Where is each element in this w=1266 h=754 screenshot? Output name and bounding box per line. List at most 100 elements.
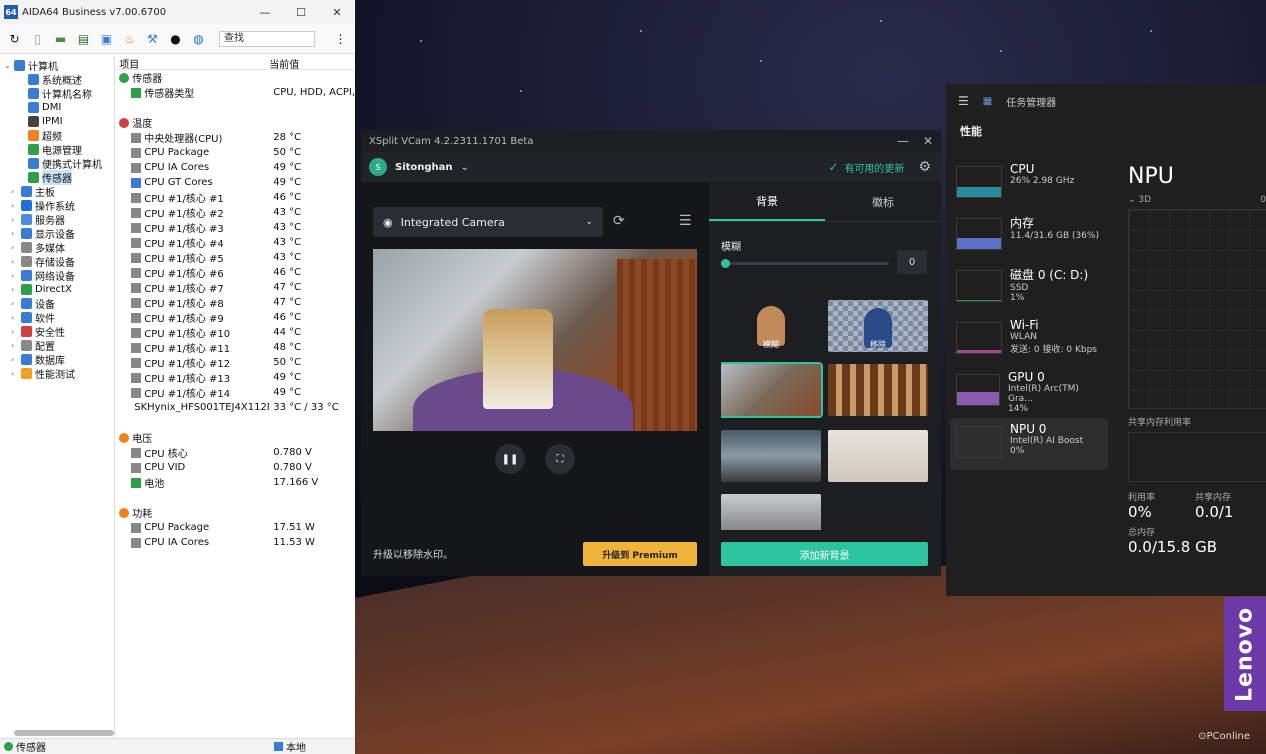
expand-icon[interactable]: › bbox=[11, 187, 19, 196]
ram-icon[interactable]: ▤ bbox=[75, 30, 92, 47]
resource-item[interactable]: CPU 26% 2.98 GHz bbox=[950, 158, 1108, 210]
close-button[interactable]: ✕ bbox=[319, 6, 355, 19]
tree-item[interactable]: › 设备 bbox=[0, 296, 114, 311]
minimize-button[interactable]: — bbox=[897, 134, 909, 148]
tree-item[interactable]: › 多媒体 bbox=[0, 240, 114, 255]
blur-value[interactable]: 0 bbox=[897, 250, 927, 274]
sensor-row[interactable]: CPU Package 50 °C bbox=[115, 145, 355, 160]
resource-item[interactable]: 磁盘 0 (C: D:) SSD 1% bbox=[950, 262, 1108, 314]
expand-icon[interactable]: › bbox=[11, 341, 19, 350]
slider-knob[interactable] bbox=[721, 259, 730, 268]
sensor-row[interactable]: CPU #1/核心 #5 43 °C bbox=[115, 250, 355, 265]
user-icon[interactable]: ● bbox=[167, 30, 184, 47]
column-value[interactable]: 当前值 bbox=[269, 56, 299, 71]
bg-thumb-plant[interactable] bbox=[828, 430, 928, 482]
sensor-row[interactable]: CPU #1/核心 #8 47 °C bbox=[115, 295, 355, 310]
bg-thumb-remove[interactable]: 移除 bbox=[828, 300, 928, 352]
network-icon[interactable]: ▣ bbox=[98, 30, 115, 47]
tree-item[interactable]: 传感器 bbox=[0, 169, 114, 185]
resource-item[interactable]: NPU 0 Intel(R) AI Boost 0% bbox=[950, 418, 1108, 470]
section-header[interactable]: 温度 bbox=[115, 115, 355, 130]
engine-dropdown[interactable]: ⌄ 3D 0 bbox=[1128, 195, 1266, 205]
section-header[interactable]: 电压 bbox=[115, 430, 355, 445]
flame-icon[interactable]: ♨ bbox=[121, 30, 138, 47]
expand-icon[interactable]: › bbox=[11, 355, 19, 364]
expand-icon[interactable]: › bbox=[11, 299, 19, 308]
expand-icon[interactable]: › bbox=[11, 369, 19, 378]
expand-icon[interactable]: › bbox=[11, 327, 19, 336]
tree-item[interactable]: › 服务器 bbox=[0, 212, 114, 227]
upgrade-premium-button[interactable]: 升级到 Premium bbox=[583, 542, 697, 566]
tree-item[interactable]: › DirectX bbox=[0, 282, 114, 296]
expand-icon[interactable]: › bbox=[11, 201, 19, 210]
sensor-row[interactable]: CPU IA Cores 11.53 W bbox=[115, 535, 355, 550]
chevron-down-icon[interactable]: ⌄ bbox=[461, 162, 469, 173]
expand-icon[interactable]: › bbox=[11, 313, 19, 322]
more-icon[interactable]: ⋮ bbox=[332, 30, 349, 47]
sensor-row[interactable]: CPU #1/核心 #9 46 °C bbox=[115, 310, 355, 325]
section-header[interactable]: 传感器 bbox=[115, 70, 355, 85]
tree-item[interactable]: IPMI bbox=[0, 114, 114, 128]
sensor-row[interactable]: SKHynix_HFS001TEJ4X112N 33 °C / 33 °C bbox=[115, 400, 355, 415]
tree-item[interactable]: › 数据库 bbox=[0, 352, 114, 367]
sensor-row[interactable]: CPU 核心 0.780 V bbox=[115, 445, 355, 460]
sensor-row[interactable]: CPU IA Cores 49 °C bbox=[115, 160, 355, 175]
sensor-row[interactable]: CPU #1/核心 #1 46 °C bbox=[115, 190, 355, 205]
sensor-row[interactable]: CPU #1/核心 #3 43 °C bbox=[115, 220, 355, 235]
crop-button[interactable]: ⛶ bbox=[545, 444, 575, 474]
update-link[interactable]: ✓ 有可用的更新 bbox=[828, 160, 904, 175]
pause-button[interactable]: ❚❚ bbox=[495, 444, 525, 474]
expand-icon[interactable]: › bbox=[11, 257, 19, 266]
tree-item[interactable]: 计算机名称 bbox=[0, 86, 114, 101]
sensor-row[interactable]: CPU #1/核心 #12 50 °C bbox=[115, 355, 355, 370]
column-item[interactable]: 项目 bbox=[115, 56, 269, 71]
avatar[interactable]: S bbox=[369, 158, 387, 176]
sensor-row[interactable]: CPU #1/核心 #6 46 °C bbox=[115, 265, 355, 280]
tree-item[interactable]: ⌄ 计算机 bbox=[0, 58, 114, 73]
blur-slider[interactable] bbox=[721, 259, 889, 268]
tree-item[interactable]: › 配置 bbox=[0, 338, 114, 353]
refresh-icon[interactable]: ↻ bbox=[6, 30, 23, 47]
tree-item[interactable]: › 主板 bbox=[0, 184, 114, 199]
expand-icon[interactable]: › bbox=[11, 271, 19, 280]
resource-item[interactable]: 内存 11.4/31.6 GB (36%) bbox=[950, 210, 1108, 262]
bg-thumb-blur[interactable]: 模糊 bbox=[721, 300, 821, 352]
minimize-button[interactable]: — bbox=[247, 6, 283, 19]
close-button[interactable]: ✕ bbox=[923, 134, 933, 148]
expand-icon[interactable]: › bbox=[11, 285, 19, 294]
search-input[interactable]: 查找 bbox=[219, 30, 315, 47]
sensor-row[interactable]: CPU #1/核心 #13 49 °C bbox=[115, 370, 355, 385]
bg-thumb-livingroom[interactable] bbox=[721, 362, 823, 418]
resource-item[interactable]: Wi-Fi WLAN 发送: 0 接收: 0 Kbps bbox=[950, 314, 1108, 366]
sensor-row[interactable]: CPU #1/核心 #10 44 °C bbox=[115, 325, 355, 340]
sensor-row[interactable]: CPU #1/核心 #2 43 °C bbox=[115, 205, 355, 220]
sensor-row[interactable]: CPU #1/核心 #14 49 °C bbox=[115, 385, 355, 400]
report-icon[interactable]: ▯ bbox=[29, 30, 46, 47]
tree-item[interactable]: › 性能测试 bbox=[0, 366, 114, 381]
sensor-row[interactable]: CPU #1/核心 #4 43 °C bbox=[115, 235, 355, 250]
sensor-row[interactable]: CPU VID 0.780 V bbox=[115, 460, 355, 475]
tree-item[interactable]: 电源管理 bbox=[0, 142, 114, 157]
tree-item[interactable]: 系统概述 bbox=[0, 72, 114, 87]
maximize-button[interactable]: ☐ bbox=[283, 6, 319, 19]
camera-select[interactable]: ◉ Integrated Camera ⌄ bbox=[373, 207, 603, 237]
user-name[interactable]: Sitonghan bbox=[395, 162, 453, 173]
hamburger-icon[interactable]: ☰ bbox=[958, 94, 969, 108]
expand-icon[interactable]: ⌄ bbox=[4, 61, 12, 70]
tree-item[interactable]: › 操作系统 bbox=[0, 198, 114, 213]
tree-item[interactable]: DMI bbox=[0, 100, 114, 114]
sensor-row[interactable]: 中央处理器(CPU) 28 °C bbox=[115, 130, 355, 145]
refresh-icon[interactable]: ⟳ bbox=[613, 213, 625, 229]
tree-item[interactable]: › 网络设备 bbox=[0, 268, 114, 283]
sensor-row[interactable]: CPU #1/核心 #11 48 °C bbox=[115, 340, 355, 355]
tree-item[interactable]: › 显示设备 bbox=[0, 226, 114, 241]
sensor-row[interactable]: CPU GT Cores 49 °C bbox=[115, 175, 355, 190]
add-background-button[interactable]: 添加新背景 bbox=[721, 542, 928, 566]
settings-sliders-icon[interactable]: ☰ bbox=[679, 213, 692, 229]
sensor-row[interactable]: 电池 17.166 V bbox=[115, 475, 355, 490]
memory-icon[interactable]: ▬ bbox=[52, 30, 69, 47]
gear-icon[interactable]: ⚙ bbox=[918, 159, 931, 175]
globe-icon[interactable]: ◍ bbox=[190, 30, 207, 47]
tree-item[interactable]: › 存储设备 bbox=[0, 254, 114, 269]
tab-background[interactable]: 背景 bbox=[709, 182, 825, 221]
